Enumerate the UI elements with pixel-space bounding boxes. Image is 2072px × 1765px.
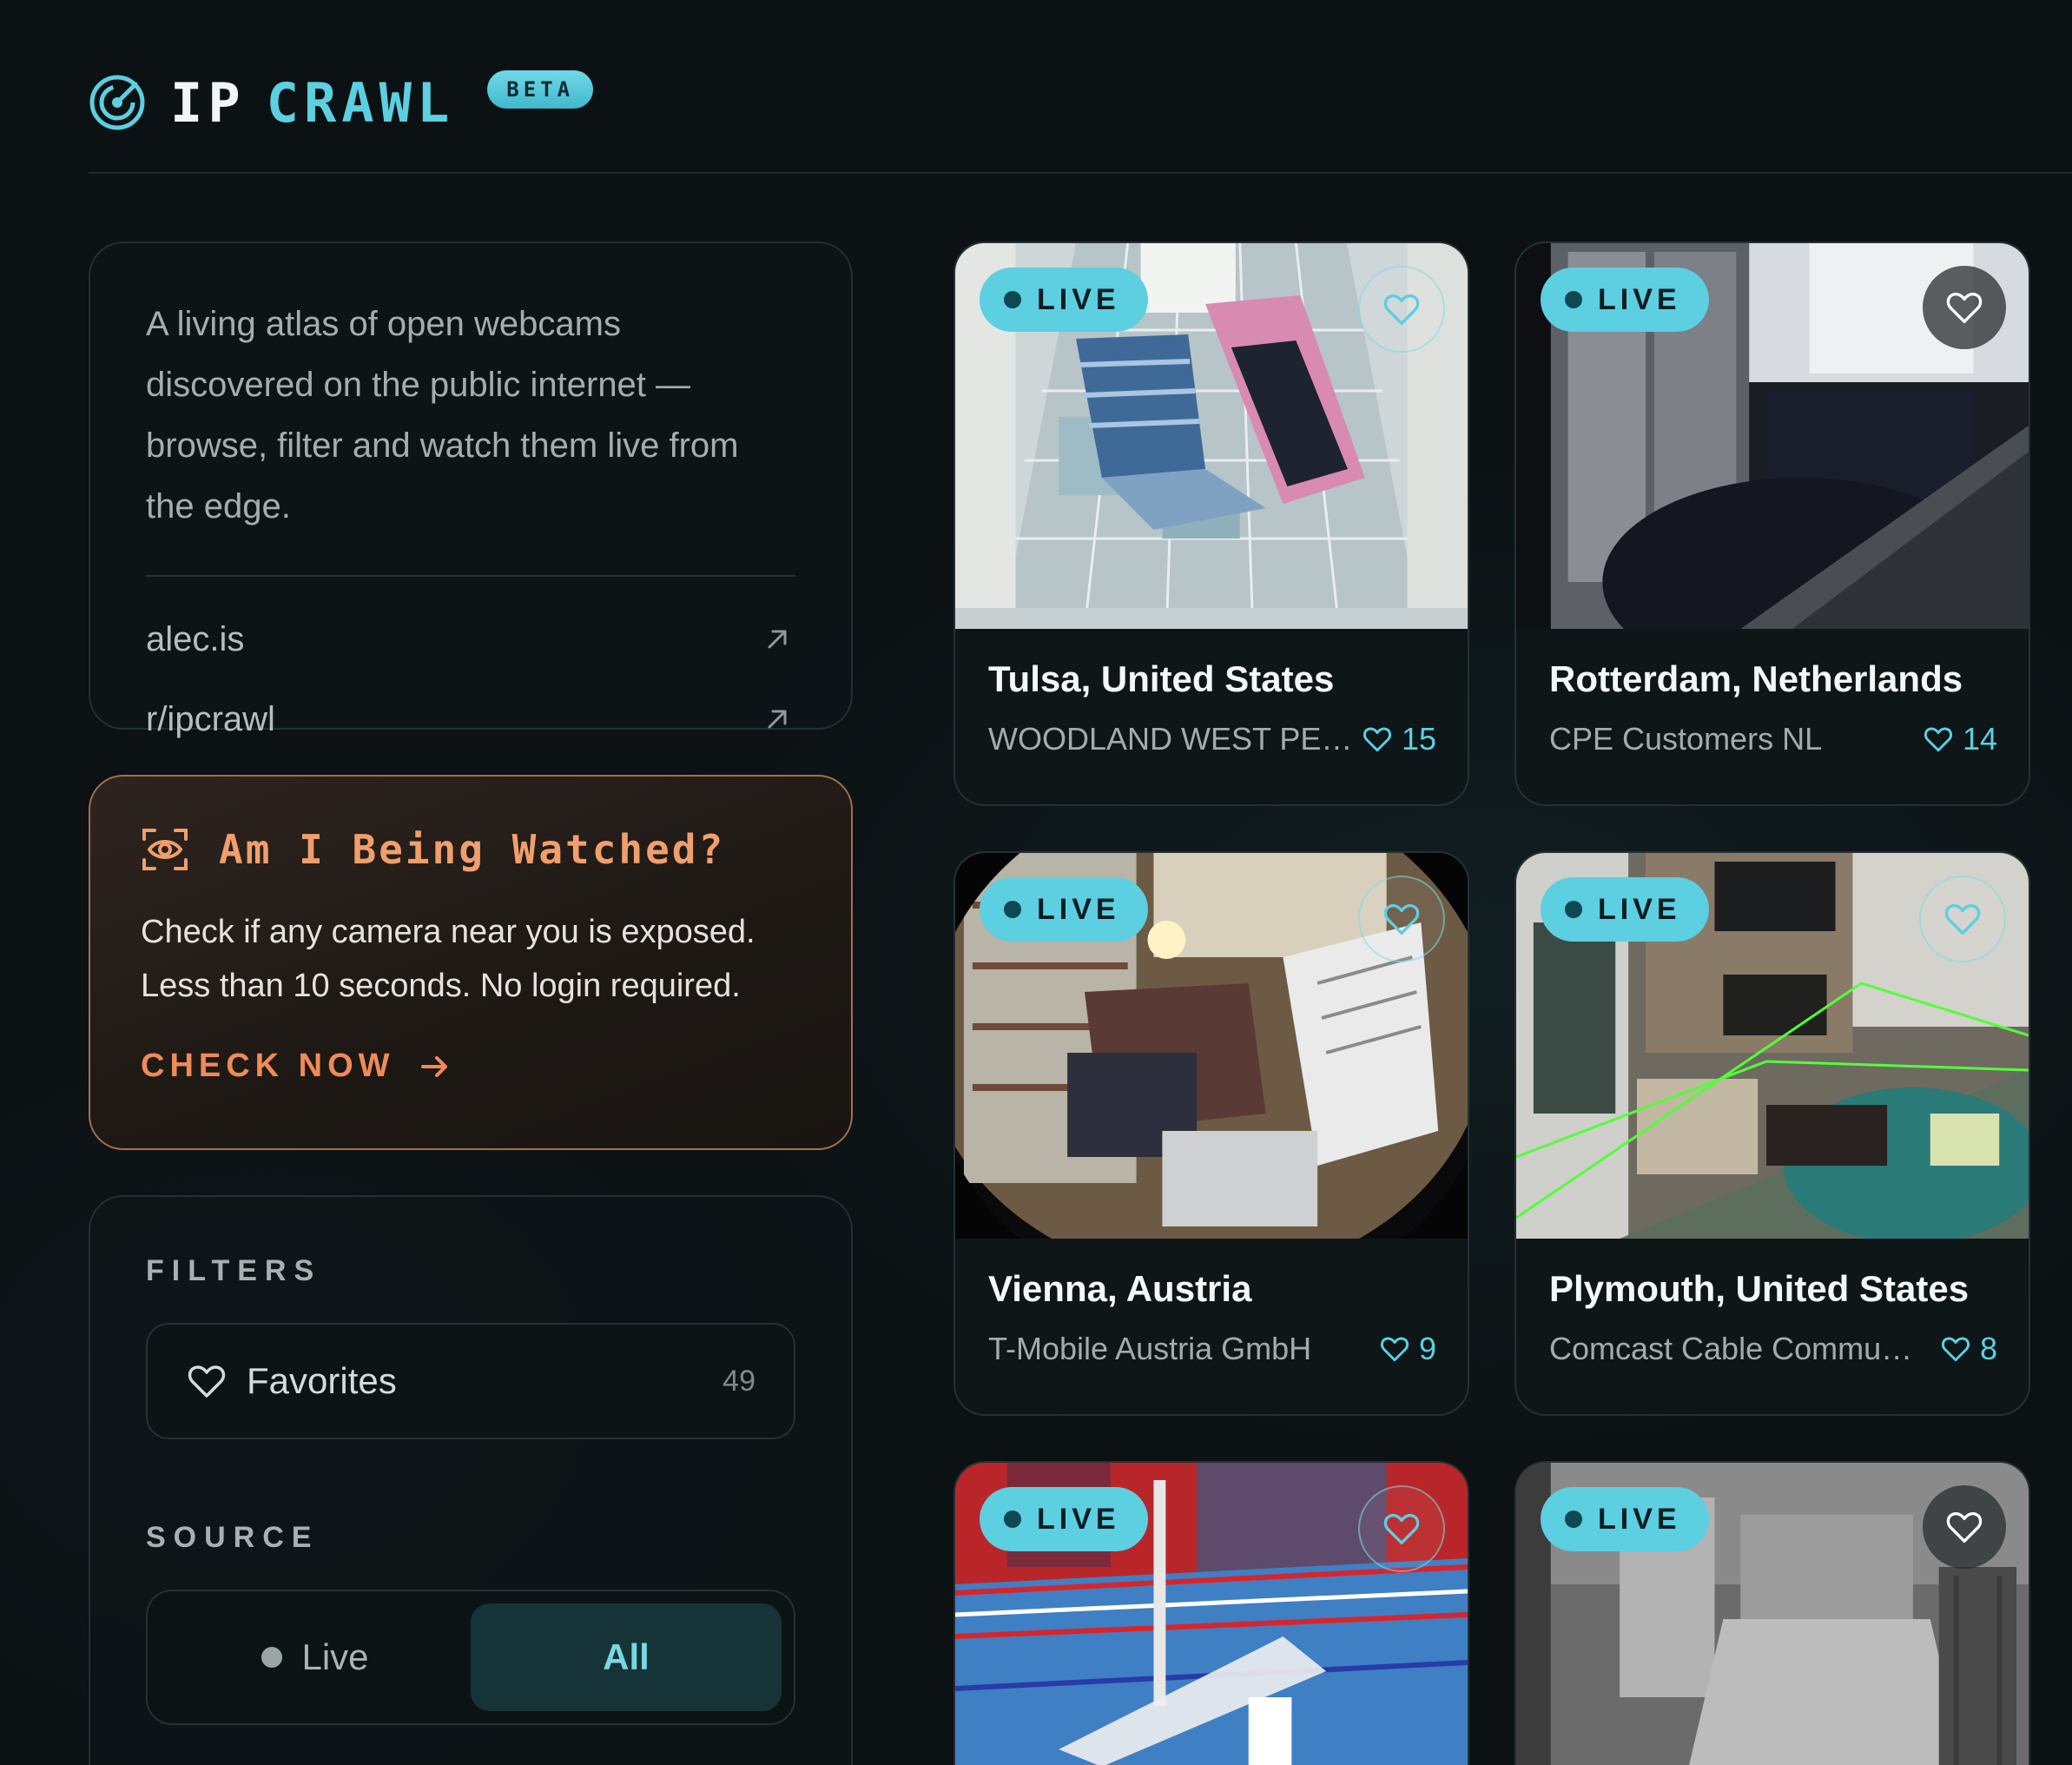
favorites-count: 49 — [723, 1364, 756, 1398]
eye-scan-icon — [142, 829, 188, 870]
camera-meta: CPE Customers NL 14 — [1549, 721, 1997, 757]
beta-badge: BETA — [487, 70, 594, 109]
page: IP CRAWL BETA A living atlas of open web… — [0, 0, 2072, 1765]
header-divider — [89, 172, 2072, 174]
favorite-button[interactable] — [1358, 266, 1445, 353]
heart-icon — [1946, 1511, 1983, 1543]
like-count[interactable]: 14 — [1923, 721, 1997, 757]
live-dot-icon — [1004, 1510, 1021, 1528]
live-dot-icon — [1004, 901, 1021, 918]
favorite-button[interactable] — [1358, 1485, 1445, 1572]
favorites-filter[interactable]: Favorites 49 — [146, 1323, 795, 1439]
filters-heading: FILTERS — [146, 1254, 322, 1287]
link-alec-is[interactable]: alec.is — [146, 599, 795, 679]
live-dot-icon — [1565, 1510, 1582, 1528]
live-dot-icon — [1004, 291, 1021, 308]
camera-card[interactable]: LIVE Plymouth, United States Comcast Cab… — [1514, 851, 2030, 1416]
brand-crawl: CRAWL — [266, 70, 455, 135]
am-i-being-watched-card[interactable]: Am I Being Watched? Check if any camera … — [89, 775, 853, 1150]
heart-icon — [1383, 294, 1420, 325]
source-segmented-control: Live All — [146, 1590, 795, 1725]
check-now-label: CHECK NOW — [141, 1048, 395, 1084]
heart-icon — [188, 1365, 226, 1398]
camera-card[interactable]: LIVE Vienna, Austria T-Mobile Austria Gm… — [954, 851, 1469, 1416]
like-count-value: 15 — [1401, 721, 1436, 757]
external-link-icon — [768, 630, 787, 649]
live-dot-icon — [1565, 901, 1582, 918]
source-all-label: All — [603, 1636, 650, 1677]
camera-card[interactable]: LIVE Rotterdam, Netherlands CPE Customer… — [1514, 241, 2030, 806]
favorite-button[interactable] — [1923, 1485, 2006, 1569]
live-label: LIVE — [1037, 1502, 1120, 1536]
heart-icon — [1946, 292, 1983, 323]
radar-logo-icon[interactable] — [89, 74, 146, 131]
link-label: r/ipcrawl — [146, 699, 275, 738]
heart-icon — [1383, 1513, 1420, 1544]
camera-isp: Comcast Cable Commu… — [1549, 1331, 1913, 1366]
watch-title: Am I Being Watched? — [219, 826, 726, 873]
source-all-option[interactable]: All — [471, 1603, 782, 1711]
live-badge: LIVE — [1541, 877, 1709, 942]
live-badge: LIVE — [980, 268, 1148, 332]
live-label: LIVE — [1037, 892, 1120, 926]
camera-location: Plymouth, United States — [1549, 1268, 1970, 1309]
camera-meta: T-Mobile Austria GmbH 9 — [988, 1331, 1436, 1367]
brand-ip: IP — [170, 70, 246, 135]
favorites-label: Favorites — [247, 1360, 397, 1401]
live-badge: LIVE — [980, 877, 1148, 942]
live-label: LIVE — [1598, 892, 1681, 926]
live-dot-icon — [1565, 291, 1582, 308]
camera-location: Rotterdam, Netherlands — [1549, 658, 1963, 699]
heart-icon — [1944, 903, 1981, 935]
like-count[interactable]: 8 — [1940, 1331, 1997, 1367]
link-label: alec.is — [146, 619, 245, 658]
like-count-value: 14 — [1962, 721, 1997, 757]
camera-isp: T-Mobile Austria GmbH — [988, 1331, 1312, 1366]
heart-icon — [1924, 727, 1953, 752]
arrow-right-icon — [420, 1055, 447, 1077]
intro-panel: A living atlas of open webcams discovere… — [89, 241, 853, 738]
external-link-icon — [768, 710, 787, 729]
camera-isp: CPE Customers NL — [1549, 721, 1823, 757]
intro-divider — [146, 575, 795, 577]
source-heading: SOURCE — [146, 1521, 320, 1554]
camera-card[interactable]: LIVE — [1514, 1461, 2030, 1765]
link-r-ipcrawl[interactable]: r/ipcrawl — [146, 679, 795, 759]
watch-description: Check if any camera near you is exposed.… — [141, 914, 756, 1004]
filters-panel: FILTERS Favorites 49 SOURCE Live All — [89, 1195, 853, 1765]
live-badge: LIVE — [980, 1487, 1148, 1551]
header: IP CRAWL BETA — [89, 50, 594, 155]
camera-meta: Comcast Cable Commu… 8 — [1549, 1331, 1997, 1367]
live-badge: LIVE — [1541, 268, 1709, 332]
live-label: LIVE — [1598, 282, 1681, 316]
heart-icon — [1363, 727, 1392, 752]
live-label: LIVE — [1598, 1502, 1681, 1536]
source-live-label: Live — [301, 1636, 369, 1677]
camera-card[interactable]: LIVE — [954, 1461, 1469, 1765]
camera-meta: WOODLAND WEST PET… 15 — [988, 721, 1436, 757]
heart-icon — [1380, 1337, 1409, 1362]
camera-isp: WOODLAND WEST PET… — [988, 721, 1353, 757]
intro-description: A living atlas of open webcams discovere… — [146, 305, 739, 526]
camera-location: Vienna, Austria — [988, 1268, 1252, 1309]
live-badge: LIVE — [1541, 1487, 1709, 1551]
live-dot-icon — [261, 1647, 283, 1668]
favorite-button[interactable] — [1923, 266, 2006, 349]
heart-icon — [1941, 1337, 1970, 1362]
check-now-button[interactable]: CHECK NOW — [141, 1048, 801, 1085]
heart-icon — [1383, 903, 1420, 935]
like-count[interactable]: 15 — [1362, 721, 1436, 757]
favorite-button[interactable] — [1919, 876, 2006, 962]
live-label: LIVE — [1037, 282, 1120, 316]
camera-location: Tulsa, United States — [988, 658, 1335, 699]
like-count[interactable]: 9 — [1379, 1331, 1436, 1367]
watch-title-row: Am I Being Watched? — [141, 825, 801, 874]
camera-card[interactable]: LIVE Tulsa, United States WOODLAND WEST … — [954, 241, 1469, 806]
like-count-value: 8 — [1979, 1331, 1997, 1366]
favorite-button[interactable] — [1358, 876, 1445, 962]
brand-wordmark[interactable]: IP CRAWL — [170, 71, 454, 135]
like-count-value: 9 — [1418, 1331, 1436, 1366]
source-live-option[interactable]: Live — [160, 1603, 471, 1711]
